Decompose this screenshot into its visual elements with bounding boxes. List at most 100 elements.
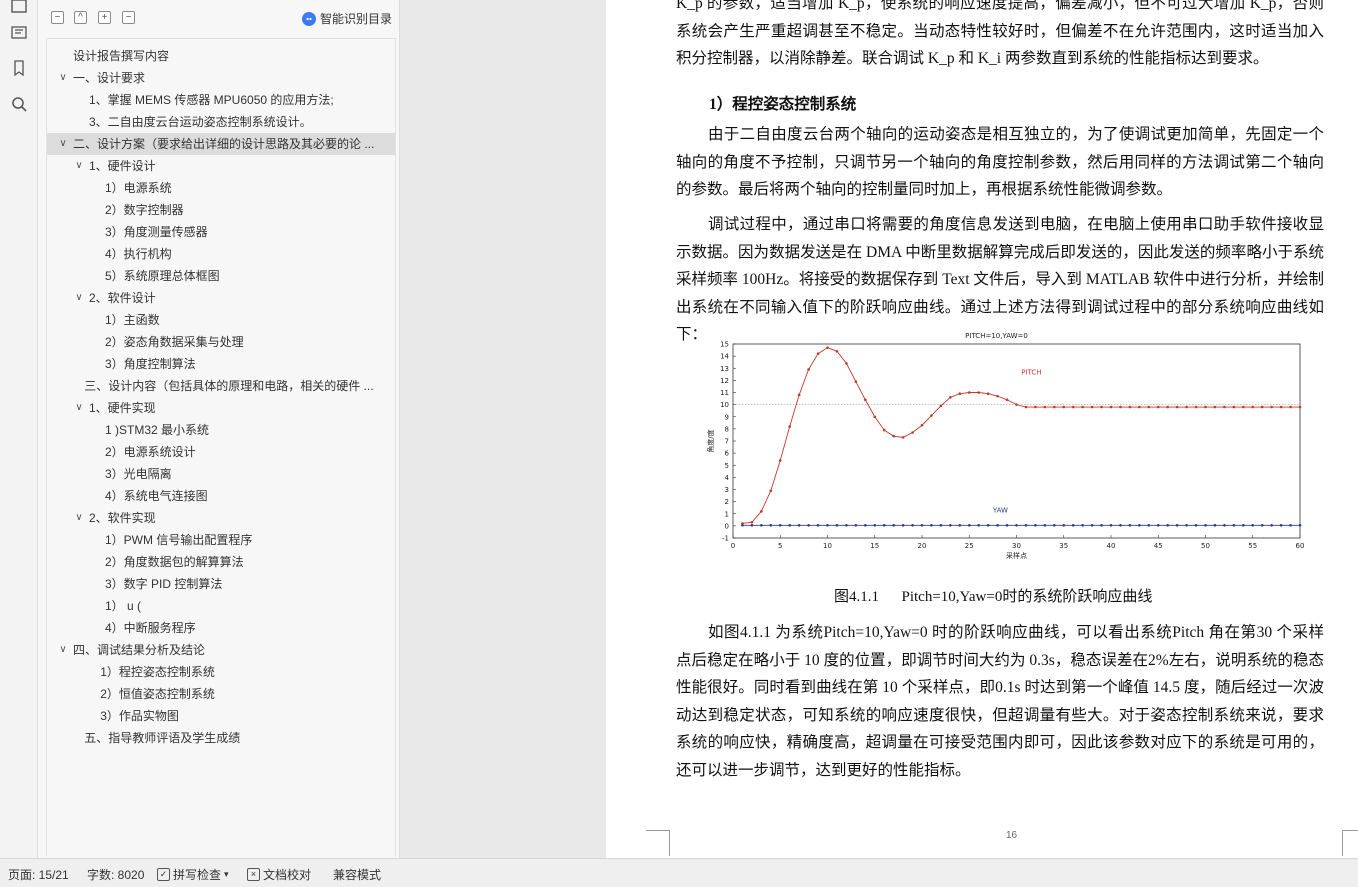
chevron-down-icon[interactable]: ∨	[73, 507, 85, 529]
data-point-pitch	[1109, 405, 1113, 409]
status-bar: 页面: 15/21 字数: 8020 ✓ 拼写检查 ▾ × 文档校对 兼容模式	[0, 858, 1358, 887]
outline-item-label: 1）电源系统	[105, 181, 172, 195]
page-indicator[interactable]: 页面: 15/21	[8, 866, 69, 883]
data-point-yaw	[854, 523, 858, 527]
outline-item[interactable]: 2）电源系统设计	[47, 441, 395, 463]
outline-item-label: 二、设计方案（要求给出详细的设计思路及其必要的论 ...	[73, 137, 375, 151]
outline-item-label: 4）系统电气连接图	[105, 489, 208, 503]
outline-item[interactable]: 1）电源系统	[47, 177, 395, 199]
proofread-button[interactable]: × 文档校对	[247, 866, 311, 883]
outline-item[interactable]: 3、二自由度云台运动姿态控制系统设计。	[47, 111, 395, 133]
outline-item[interactable]: 2）恒值姿态控制系统	[47, 683, 395, 705]
outline-item[interactable]: 设计报告撰写内容	[47, 45, 395, 67]
data-point-pitch	[901, 436, 905, 439]
outline-item[interactable]: 1）主函数	[47, 309, 395, 331]
annotation-pitch: PITCH	[1021, 368, 1041, 376]
outline-item-label: 1、掌握 MEMS 传感器 MPU6050 的应用方法;	[89, 93, 334, 107]
outline-item[interactable]: 3）角度控制算法	[47, 353, 395, 375]
outline-item[interactable]: 3）作品实物图	[47, 705, 395, 727]
outline-item[interactable]: 1、掌握 MEMS 传感器 MPU6050 的应用方法;	[47, 89, 395, 111]
chevron-down-icon[interactable]: ∨	[57, 639, 69, 661]
x-tick-label: 25	[965, 542, 974, 550]
remove-heading-icon[interactable]: −	[122, 11, 135, 24]
data-point-yaw	[1090, 523, 1094, 527]
y-tick-label: 4	[725, 474, 730, 482]
outline-item[interactable]: 3）角度测量传感器	[47, 221, 395, 243]
outline-item[interactable]: ∨ 四、调试结果分析及结论	[47, 639, 395, 661]
outline-item[interactable]: 4）系统电气连接图	[47, 485, 395, 507]
data-point-yaw	[1213, 523, 1217, 527]
outline-item[interactable]: 4）执行机构	[47, 243, 395, 265]
chevron-down-icon[interactable]: ∨	[57, 133, 69, 155]
outline-item[interactable]: 2）角度数据包的解算算法	[47, 551, 395, 573]
data-point-pitch	[911, 431, 914, 434]
data-point-pitch	[920, 423, 924, 427]
data-point-pitch	[986, 392, 990, 396]
outline-item[interactable]: 4）中断服务程序	[47, 617, 395, 639]
data-point-yaw	[1034, 523, 1037, 527]
data-point-pitch	[1260, 405, 1264, 409]
spellcheck-button[interactable]: ✓ 拼写检查 ▾	[157, 866, 229, 883]
outline-item[interactable]: 三、设计内容（包括具体的原理和电路，相关的硬件 ...	[47, 375, 395, 397]
data-point-pitch	[1034, 405, 1037, 409]
data-point-pitch	[1223, 405, 1226, 409]
outline-item[interactable]: ∨ 1、硬件设计	[47, 155, 395, 177]
outline-item[interactable]: 2）姿态角数据采集与处理	[47, 331, 395, 353]
data-point-yaw	[1175, 523, 1179, 527]
outline-item[interactable]: 3）光电隔离	[47, 463, 395, 485]
collapse-all-icon[interactable]: −	[51, 11, 64, 24]
page-number: 16	[1006, 830, 1018, 841]
outline-item-label: 2）角度数据包的解算算法	[105, 555, 244, 569]
outline-item[interactable]: ∨ 2、软件设计	[47, 287, 395, 309]
data-point-yaw	[949, 523, 952, 527]
word-count[interactable]: 字数: 8020	[87, 866, 144, 883]
search-icon[interactable]	[7, 92, 31, 116]
bookmark-icon[interactable]	[7, 56, 31, 80]
outline-icon[interactable]	[7, 0, 31, 18]
data-point-pitch	[807, 368, 810, 371]
x-tick-label: 60	[1296, 542, 1305, 550]
x-axis-label: 采样点	[1006, 551, 1027, 560]
smart-toc-button[interactable]: 智能识别目录	[301, 10, 392, 27]
chevron-down-icon[interactable]: ∨	[73, 155, 85, 177]
outline-item[interactable]: ∨ 1、硬件实现	[47, 397, 395, 419]
data-point-pitch	[778, 459, 782, 462]
outline-item[interactable]: 1）程控姿态控制系统	[47, 661, 395, 683]
chevron-down-icon[interactable]: ∨	[73, 397, 85, 419]
outline-item[interactable]: 2）数字控制器	[47, 199, 395, 221]
data-point-yaw	[826, 523, 829, 527]
chevron-down-icon[interactable]: ∨	[73, 287, 85, 309]
data-point-pitch	[958, 392, 962, 396]
outline-item[interactable]: 1 )STM32 最小系统	[47, 419, 395, 441]
outline-item-label: 四、调试结果分析及结论	[73, 643, 206, 657]
data-point-pitch	[826, 346, 829, 349]
paragraph-analysis: 如图4.1.1 为系统Pitch=10,Yaw=0 时的阶跃响应曲线，可以看出系…	[676, 624, 1324, 779]
outline-item[interactable]: 五、指导教师评语及学生成绩	[47, 727, 395, 749]
document-area[interactable]: K_p 的参数，适当增加 K_p，使系统的响应速度提高，偏差减小，但不可过大增加…	[401, 0, 1358, 858]
data-point-yaw	[797, 523, 801, 527]
outline-item[interactable]: 3）数字 PID 控制算法	[47, 573, 395, 595]
outline-item[interactable]: 1） u (	[47, 595, 395, 617]
outline-item[interactable]: 5）系统原理总体框图	[47, 265, 395, 287]
add-heading-icon[interactable]: +	[98, 11, 111, 24]
outline-item[interactable]: 1）PWM 信号输出配置程序	[47, 529, 395, 551]
y-tick-label: 2	[725, 498, 729, 506]
document-page[interactable]: K_p 的参数，适当增加 K_p，使系统的响应速度提高，偏差减小，但不可过大增加…	[606, 0, 1358, 858]
outline-item[interactable]: ∨ 2、软件实现	[47, 507, 395, 529]
chapter-nav-icon[interactable]	[7, 20, 31, 44]
y-tick-label: -1	[722, 535, 729, 543]
data-point-pitch	[949, 396, 952, 399]
data-point-pitch	[1081, 405, 1084, 409]
outline-item[interactable]: ∨ 二、设计方案（要求给出详细的设计思路及其必要的论 ...	[47, 133, 395, 155]
data-point-yaw	[1138, 523, 1141, 527]
spellcheck-label: 拼写检查	[173, 868, 222, 882]
x-tick-label: 35	[1059, 542, 1068, 550]
outline-item[interactable]: ∨ 一、设计要求	[47, 67, 395, 89]
y-tick-label: 11	[720, 389, 729, 397]
data-point-yaw	[1100, 523, 1103, 527]
expand-all-icon[interactable]: ^	[74, 11, 87, 24]
outline-item-label: 3）光电隔离	[105, 467, 172, 481]
chevron-down-icon[interactable]: ∨	[57, 67, 69, 89]
data-point-yaw	[1260, 523, 1264, 527]
outline-item-label: 3）角度控制算法	[105, 357, 196, 371]
